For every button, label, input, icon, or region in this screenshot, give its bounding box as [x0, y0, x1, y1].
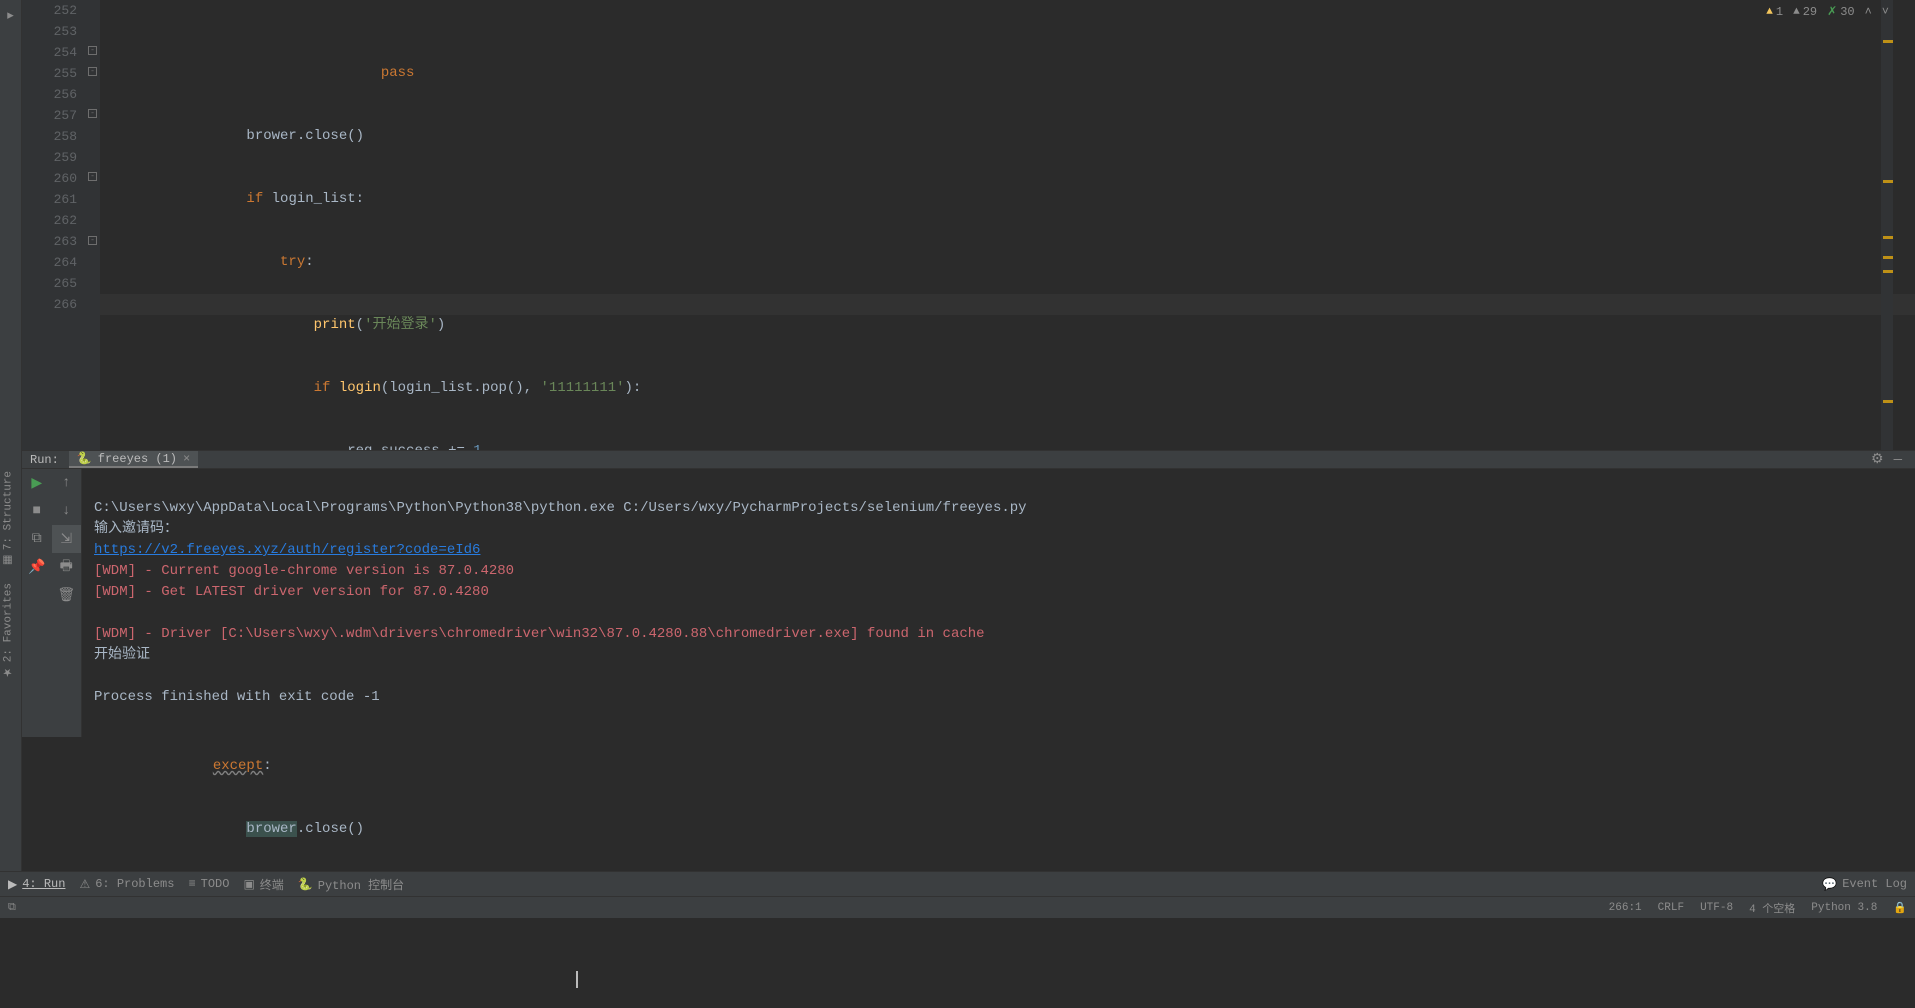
bottom-tool-tabs: ▶4: Run ⚠6: Problems ≡TODO ▣终端 🐍Python 控… — [0, 871, 1915, 896]
caret-position[interactable]: 266:1 — [1609, 902, 1642, 914]
layout-button[interactable]: ⧉ — [22, 525, 52, 553]
stripe-warning-icon[interactable] — [1883, 180, 1893, 183]
todo-icon: ≡ — [188, 877, 195, 891]
error-count[interactable]: ▲1 — [1766, 5, 1783, 19]
stripe-warning-icon[interactable] — [1883, 400, 1893, 403]
console-link[interactable]: https://v2.freeyes.xyz/auth/register?cod… — [94, 542, 480, 558]
run-config-tab[interactable]: 🐍 freeyes (1) × — [69, 451, 198, 468]
code-editor[interactable]: 252253254 255256257 258259260 261262263 … — [22, 0, 1915, 450]
structure-tab[interactable]: ▦7: Structure — [0, 463, 17, 575]
stop-button[interactable]: ■ — [22, 497, 52, 525]
chevron-down-icon[interactable]: ˅ — [1882, 5, 1889, 19]
project-collapsed-icon[interactable]: ▸ — [0, 8, 21, 23]
trash-button[interactable]: 🗑 — [52, 581, 82, 609]
line-gutter: 252253254 255256257 258259260 261262263 … — [22, 0, 86, 450]
windows-icon[interactable]: ⧉ — [8, 902, 16, 914]
console-output[interactable]: C:\Users\wxy\AppData\Local\Programs\Pyth… — [82, 469, 1915, 737]
code-content[interactable]: pass brower.close() if login_list: try: … — [100, 0, 1915, 450]
text-cursor — [576, 971, 578, 988]
warning-triangle-icon: ▲ — [1766, 6, 1773, 18]
run-tool-window: Run: 🐍 freeyes (1) × ⚙ — ▶ ↑ ■ ↓ ⧉ ⇲ 📌 🖶… — [22, 450, 1915, 735]
fold-toggle-icon[interactable]: - — [88, 172, 97, 181]
python-icon: 🐍 — [77, 451, 92, 466]
event-log-tab[interactable]: 💬Event Log — [1822, 877, 1907, 892]
fold-toggle-icon[interactable]: - — [88, 46, 97, 55]
inspection-widget[interactable]: ▲1 ▲29 ✗30 ˄ ˅ — [1766, 4, 1889, 19]
close-icon[interactable]: × — [183, 452, 190, 466]
down-stack-button[interactable]: ↓ — [52, 497, 82, 525]
stripe-warning-icon[interactable] — [1883, 236, 1893, 239]
python-console-tab[interactable]: 🐍Python 控制台 — [298, 876, 404, 893]
run-tab[interactable]: ▶4: Run — [8, 877, 65, 892]
balloon-icon: 💬 — [1822, 877, 1837, 892]
todo-tab[interactable]: ≡TODO — [188, 877, 229, 891]
console-line: 输入邀请码： — [94, 521, 178, 537]
stripe-warning-icon[interactable] — [1883, 40, 1893, 43]
line-separator[interactable]: CRLF — [1658, 902, 1684, 914]
terminal-tab[interactable]: ▣终端 — [243, 876, 283, 893]
fold-toggle-icon[interactable]: - — [88, 236, 97, 245]
console-line: [WDM] - Current google-chrome version is… — [94, 563, 514, 579]
lock-icon[interactable]: 🔒 — [1893, 901, 1907, 915]
run-controls: ▶ ↑ ■ ↓ ⧉ ⇲ 📌 🖶 🗑 — [22, 469, 82, 737]
run-header: Run: 🐍 freeyes (1) × ⚙ — — [22, 451, 1915, 469]
gear-icon[interactable]: ⚙ — [1866, 451, 1889, 468]
warning-triangle-icon: ▲ — [1793, 6, 1800, 18]
pin-button[interactable]: 📌 — [22, 553, 52, 581]
status-bar: ⧉ 266:1 CRLF UTF-8 4 个空格 Python 3.8 🔒 — [0, 896, 1915, 918]
terminal-icon: ▣ — [243, 877, 254, 892]
typo-icon: ✗ — [1827, 4, 1837, 19]
hide-icon[interactable]: — — [1889, 452, 1907, 468]
play-icon: ▶ — [8, 877, 17, 892]
fold-column: - - - - - — [86, 0, 100, 450]
up-stack-button[interactable]: ↑ — [52, 469, 82, 497]
indent-setting[interactable]: 4 个空格 — [1749, 900, 1795, 916]
left-tool-strip: ▸ ▦7: Structure ★2: Favorites — [0, 0, 22, 918]
run-tab-label: freeyes (1) — [98, 452, 177, 466]
interpreter[interactable]: Python 3.8 — [1811, 902, 1877, 914]
print-button[interactable]: 🖶 — [52, 553, 82, 581]
favorites-tab[interactable]: ★2: Favorites — [0, 575, 17, 687]
console-line: [WDM] - Get LATEST driver version for 87… — [94, 584, 489, 600]
weak-warning-count[interactable]: ✗30 — [1827, 4, 1854, 19]
fold-toggle-icon[interactable]: - — [88, 67, 97, 76]
warning-icon: ⚠ — [79, 877, 90, 892]
console-line: Process finished with exit code -1 — [94, 689, 380, 705]
console-line: 开始验证 — [94, 647, 150, 663]
console-line: C:\Users\wxy\AppData\Local\Programs\Pyth… — [94, 500, 1027, 516]
warning-count[interactable]: ▲29 — [1793, 5, 1817, 19]
file-encoding[interactable]: UTF-8 — [1700, 902, 1733, 914]
stripe-warning-icon[interactable] — [1883, 256, 1893, 259]
soft-wrap-button[interactable]: ⇲ — [52, 525, 82, 553]
run-title: Run: — [30, 453, 59, 467]
fold-toggle-icon[interactable]: - — [88, 109, 97, 118]
console-line: [WDM] - Driver [C:\Users\wxy\.wdm\driver… — [94, 626, 985, 642]
problems-tab[interactable]: ⚠6: Problems — [79, 877, 174, 892]
python-icon: 🐍 — [298, 877, 313, 892]
rerun-button[interactable]: ▶ — [22, 469, 52, 497]
current-line-highlight — [100, 294, 1915, 315]
stripe-warning-icon[interactable] — [1883, 270, 1893, 273]
chevron-up-icon[interactable]: ˄ — [1865, 5, 1872, 19]
error-stripe[interactable] — [1881, 0, 1893, 450]
